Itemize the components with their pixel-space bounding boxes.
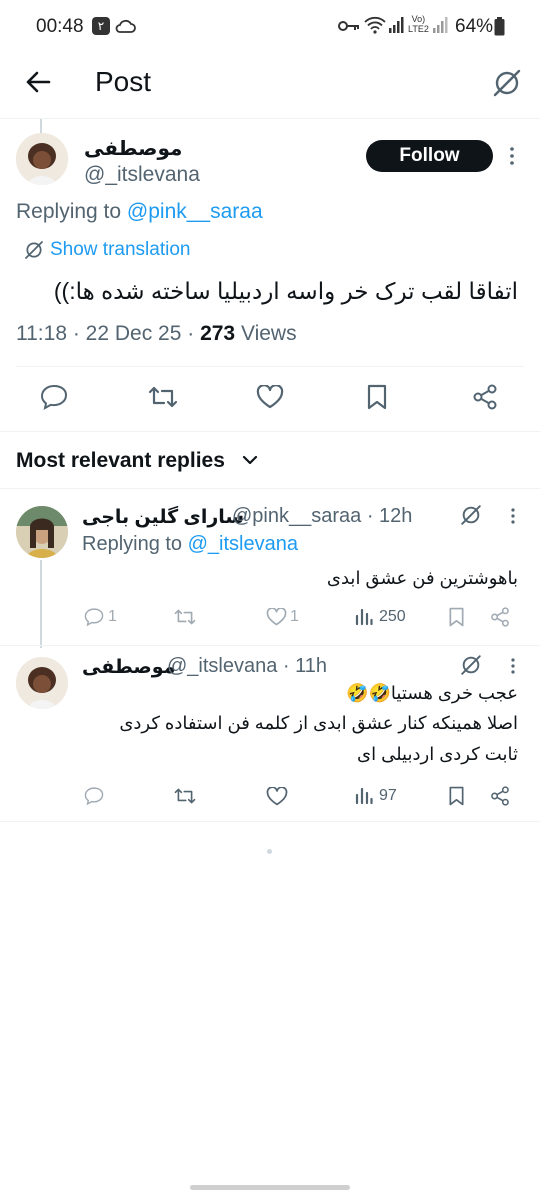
replying-prefix: Replying to (16, 200, 127, 223)
post-text: اتفاقا لقب ترک خر واسه اردبیلیا ساخته شد… (53, 278, 518, 304)
reply-button[interactable] (84, 786, 104, 806)
analytics-icon (355, 787, 373, 805)
key-icon (338, 19, 360, 33)
reply-text-line-1: عجب خری هستیا🤣🤣 (346, 683, 518, 703)
battery-icon (494, 17, 505, 36)
bookmark-button[interactable] (448, 607, 465, 627)
notification-badge: ۲ (92, 17, 110, 35)
reply-divider (0, 821, 540, 822)
author-handle[interactable]: @_itslevana (84, 163, 200, 187)
retweet-button[interactable] (174, 607, 196, 627)
reply-divider (0, 645, 540, 646)
bookmark-icon (449, 786, 464, 806)
reply-author-name[interactable]: سارای گلین باجی (82, 506, 244, 529)
views-count: 273 (200, 322, 236, 345)
comment-icon (40, 384, 68, 410)
signal-icon (388, 16, 404, 34)
bookmark-icon (367, 384, 387, 410)
reply-author-handle[interactable]: @pink__saraa · 12h (232, 505, 412, 528)
follow-button[interactable]: Follow (366, 140, 493, 172)
translate-icon (24, 240, 44, 260)
more-options-icon[interactable] (508, 146, 516, 166)
view-count: 250 (379, 608, 406, 625)
comment-icon (84, 608, 104, 627)
more-options-icon[interactable] (510, 657, 516, 675)
replying-handle-link[interactable]: @pink__saraa (127, 200, 263, 223)
bookmark-button[interactable] (366, 384, 388, 410)
grok-icon[interactable] (460, 504, 482, 526)
reply-replying-to: Replying to @_itslevana (82, 533, 298, 556)
retweet-icon (148, 386, 178, 408)
show-translation-link[interactable]: Show translation (50, 239, 190, 261)
share-icon (491, 607, 509, 627)
heart-icon (256, 385, 284, 409)
back-button[interactable] (24, 68, 52, 96)
reply-text-line-3: ثابت کردی اردبیلی ای (357, 744, 518, 764)
grok-button[interactable] (492, 68, 522, 98)
loading-indicator (267, 849, 272, 854)
heart-icon (266, 787, 288, 806)
avatar[interactable] (16, 657, 68, 709)
views-label: Views (235, 322, 297, 345)
thread-line-top (40, 119, 42, 133)
grok-icon[interactable] (460, 654, 482, 676)
gesture-bar[interactable] (190, 1185, 350, 1190)
reply-count: 1 (108, 608, 117, 625)
cloud-icon (114, 18, 136, 34)
replies-section-title: Most relevant replies (16, 449, 225, 472)
wifi-icon (364, 16, 386, 34)
reply-replying-handle-link[interactable]: @_itslevana (188, 533, 298, 555)
views-button[interactable] (355, 787, 373, 805)
reply-button[interactable] (40, 384, 68, 410)
comment-icon (84, 787, 104, 806)
views-button[interactable] (355, 608, 373, 626)
share-button[interactable] (490, 607, 510, 627)
post-timestamp: 11:18 · 22 Dec 25 · (16, 322, 201, 345)
share-button[interactable] (472, 384, 498, 410)
retweet-button[interactable] (148, 384, 178, 410)
header-divider (0, 118, 540, 119)
like-count: 1 (290, 608, 299, 625)
reply-text: باهوشترین فن عشق ابدی (326, 568, 518, 588)
bookmark-button[interactable] (448, 786, 465, 806)
retweet-icon (174, 788, 196, 804)
chevron-down-icon[interactable] (242, 454, 258, 466)
analytics-icon (355, 608, 373, 626)
like-button[interactable] (266, 608, 287, 626)
page-title: Post (95, 66, 152, 97)
reply-replying-prefix: Replying to (82, 533, 188, 555)
retweet-button[interactable] (174, 786, 196, 806)
reply-author-handle[interactable]: @_itslevana · 11h (167, 655, 327, 678)
replies-sort-button[interactable]: Most relevant replies (16, 449, 225, 473)
reply-count-button[interactable] (84, 607, 104, 627)
like-button[interactable] (256, 385, 284, 409)
share-icon (491, 786, 509, 806)
reply-author-name[interactable]: موصطفی (82, 656, 175, 679)
retweet-icon (174, 609, 196, 625)
reply-text-line-2: اصلا همینکه کنار عشق ابدی از کلمه فن است… (119, 713, 518, 733)
actions-divider (0, 431, 540, 432)
replying-to: Replying to @pink__saraa (16, 200, 263, 224)
like-button[interactable] (266, 787, 288, 806)
avatar[interactable] (16, 133, 68, 185)
signal-2-icon (432, 16, 448, 34)
post-meta: 11:18 · 22 Dec 25 · 273 Views (16, 322, 297, 346)
heart-icon (266, 608, 287, 626)
share-icon (473, 384, 497, 410)
grok-icon (493, 69, 521, 97)
status-time: 00:48 (36, 16, 84, 37)
section-divider (0, 488, 540, 489)
volte-lte-icon: Vo) LTE2 (408, 14, 429, 34)
more-options-icon[interactable] (510, 507, 516, 525)
avatar[interactable] (16, 506, 68, 558)
arrow-left-icon (26, 71, 51, 93)
battery-percent: 64% (455, 16, 494, 37)
view-count: 97 (379, 787, 397, 804)
author-name[interactable]: موصطفی (84, 136, 182, 161)
thread-line (40, 560, 42, 648)
share-button[interactable] (490, 786, 510, 806)
meta-divider (16, 366, 524, 367)
bookmark-icon (449, 607, 464, 627)
